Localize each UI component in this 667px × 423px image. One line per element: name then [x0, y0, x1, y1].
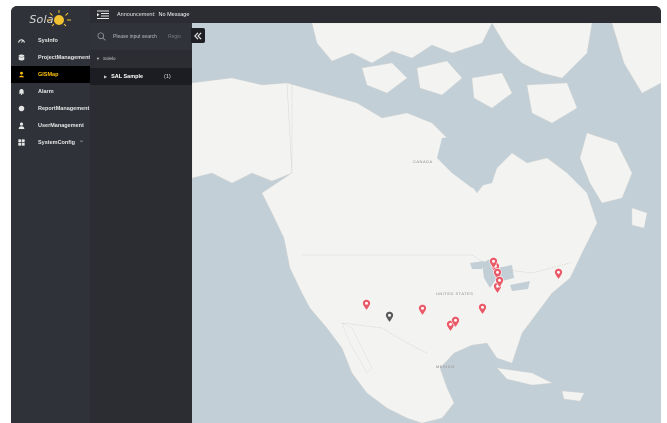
database-icon — [18, 54, 25, 61]
gauge-icon — [18, 37, 25, 44]
tree-root-label: Solelo — [102, 56, 116, 61]
nav-item-projectmanagement[interactable]: ProjectManagement — [11, 49, 90, 66]
caret-down-icon: ▼ — [96, 56, 100, 61]
app-window: Sola SysInfo ProjectManagement GISMap Al… — [11, 6, 661, 423]
nav-label: ReportManagement — [38, 105, 90, 112]
search-bar: Regio — [90, 23, 192, 50]
nav-item-alarm[interactable]: Alarm — [11, 83, 90, 100]
map-pin-icon[interactable] — [384, 311, 394, 323]
map-users-icon — [18, 71, 25, 78]
nav-item-reportmanagement[interactable]: ReportManagement — [11, 100, 90, 117]
logo: Sola — [11, 6, 90, 32]
map-pin-icon[interactable] — [488, 257, 498, 269]
user-icon — [18, 122, 25, 129]
nav-list: SysInfo ProjectManagement GISMap Alarm R… — [11, 32, 90, 151]
collapse-panel-button[interactable] — [191, 28, 205, 43]
map-pin-icon[interactable] — [494, 276, 504, 288]
nav-label: ProjectManagement — [38, 54, 91, 61]
nav-label: Alarm — [38, 88, 54, 95]
top-bar: Announcement: No Message — [90, 6, 661, 23]
tree-root[interactable]: ▼ Solelo — [96, 56, 115, 61]
sun-logo-icon — [46, 10, 71, 27]
caret-right-icon: ▶ — [104, 74, 108, 79]
map-pin-icon[interactable] — [417, 304, 427, 316]
announcement-value: No Message — [158, 11, 190, 18]
map-pin-icon[interactable] — [361, 299, 371, 311]
double-chevron-left-icon — [194, 31, 202, 40]
chevron-down-icon — [79, 123, 84, 126]
nav-label: SysInfo — [38, 37, 58, 44]
nav-item-gismap[interactable]: GISMap — [11, 66, 90, 83]
map-pin-icon[interactable] — [477, 303, 487, 315]
grid-icon — [18, 139, 25, 146]
map-pin-icon[interactable] — [553, 268, 563, 280]
bell-icon — [18, 88, 25, 95]
map-land — [192, 23, 661, 423]
nav-item-systemconfig[interactable]: SystemConfig — [11, 134, 90, 151]
nav-label: SystemConfig — [38, 139, 75, 146]
pie-chart-icon — [18, 105, 25, 112]
nav-label: GISMap — [38, 71, 59, 78]
region-search-button[interactable]: Regio — [168, 34, 181, 40]
nav-item-usermanagement[interactable]: UserManagement — [11, 117, 90, 134]
menu-toggle-icon[interactable] — [97, 10, 109, 20]
tree-node-sal-sample[interactable]: ▶ SAL Sample (1) — [90, 68, 192, 85]
map-label-united-states: UNITED STATES — [436, 291, 474, 296]
search-input[interactable] — [113, 33, 165, 40]
device-tree-panel: Regio ▼ Solelo ▶ SAL Sample (1) — [90, 23, 192, 423]
map-label-mexico: MEXICO — [436, 364, 455, 369]
tree-node-count: (1) — [164, 73, 171, 80]
nav-item-sysinfo[interactable]: SysInfo — [11, 32, 90, 49]
search-icon[interactable] — [97, 32, 106, 41]
tree-node-label: SAL Sample — [111, 73, 144, 80]
sidebar: Sola SysInfo ProjectManagement GISMap Al… — [11, 6, 90, 423]
nav-label: UserManagement — [38, 122, 84, 129]
announcement-label: Announcement: — [117, 11, 156, 18]
map-label-canada: CANADA — [413, 159, 433, 164]
map-pin-icon[interactable] — [450, 316, 460, 328]
chevron-down-icon — [79, 140, 84, 143]
gis-map[interactable]: CANADA UNITED STATES MEXICO — [192, 23, 661, 423]
